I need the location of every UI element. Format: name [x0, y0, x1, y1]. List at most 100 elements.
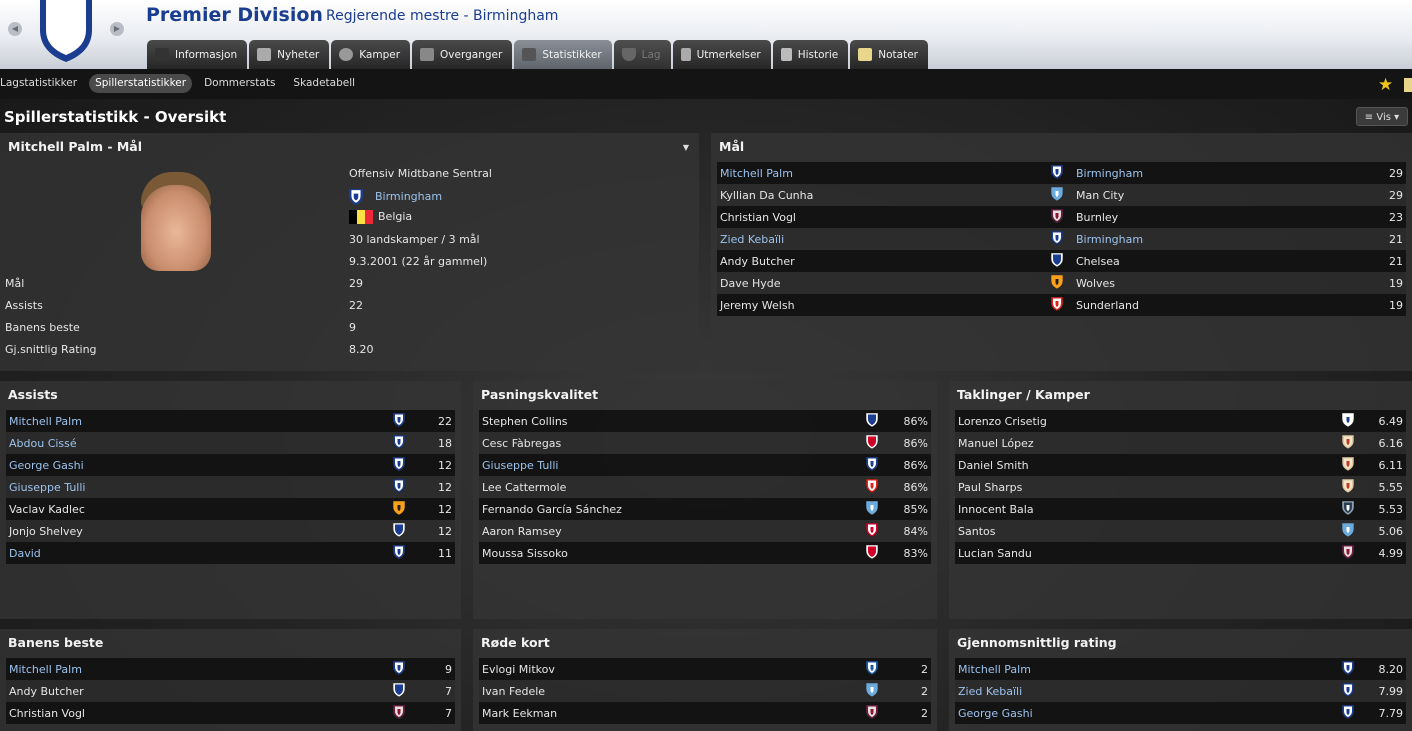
player-name[interactable]: Ivan Fedele — [479, 685, 545, 698]
player-name[interactable]: Manuel López — [955, 437, 1034, 450]
list-item[interactable]: Christian Vogl Burnley 23 — [717, 206, 1406, 228]
player-name[interactable]: Cesc Fàbregas — [479, 437, 561, 450]
tab-nyheter[interactable]: Nyheter — [249, 40, 330, 69]
back-arrow-icon[interactable]: ◀ — [8, 22, 22, 36]
list-item[interactable]: Moussa Sissoko 83% — [479, 542, 931, 564]
club-name[interactable]: Birmingham — [1076, 167, 1143, 180]
list-item[interactable]: Innocent Bala 5.53 — [955, 498, 1406, 520]
player-name[interactable]: Innocent Bala — [955, 503, 1034, 516]
player-name[interactable]: Vaclav Kadlec — [6, 503, 85, 516]
club-name[interactable]: Man City — [1076, 189, 1124, 202]
list-item[interactable]: Daniel Smith 6.11 — [955, 454, 1406, 476]
player-name[interactable]: Moussa Sissoko — [479, 547, 568, 560]
list-item[interactable]: Abdou Cissé 18 — [6, 432, 455, 454]
list-item[interactable]: Santos 5.06 — [955, 520, 1406, 542]
player-name[interactable]: Jonjo Shelvey — [6, 525, 83, 538]
club-name[interactable]: Sunderland — [1076, 299, 1139, 312]
list-item[interactable]: Fernando García Sánchez 85% — [479, 498, 931, 520]
list-item[interactable]: Giuseppe Tulli 86% — [479, 454, 931, 476]
subtab-lagstatistikker[interactable]: Lagstatistikker — [0, 74, 83, 93]
list-item[interactable]: Christian Vogl 7 — [6, 702, 455, 724]
player-name[interactable]: Daniel Smith — [955, 459, 1029, 472]
player-name[interactable]: Abdou Cissé — [6, 437, 77, 450]
favorite-star-icon[interactable]: ★ — [1378, 75, 1393, 95]
player-name[interactable]: Giuseppe Tulli — [6, 481, 85, 494]
club-name[interactable]: Wolves — [1076, 277, 1115, 290]
player-name[interactable]: Zied Kebaïli — [955, 685, 1022, 698]
player-name[interactable]: David — [6, 547, 41, 560]
notes-icon[interactable] — [1404, 78, 1412, 92]
club-name[interactable]: Chelsea — [1076, 255, 1120, 268]
player-name[interactable]: Christian Vogl — [6, 707, 85, 720]
tab-overganger[interactable]: Overganger — [412, 40, 513, 69]
list-item[interactable]: David 11 — [6, 542, 455, 564]
list-item[interactable]: Andy Butcher Chelsea 21 — [717, 250, 1406, 272]
list-item[interactable]: Mitchell Palm 8.20 — [955, 658, 1406, 680]
list-item[interactable]: Jonjo Shelvey 12 — [6, 520, 455, 542]
list-item[interactable]: Kyllian Da Cunha Man City 29 — [717, 184, 1406, 206]
list-item[interactable]: Evlogi Mitkov 2 — [479, 658, 931, 680]
list-item[interactable]: Lee Cattermole 86% — [479, 476, 931, 498]
list-item[interactable]: Lucian Sandu 4.99 — [955, 542, 1406, 564]
club-link[interactable]: Birmingham — [375, 190, 442, 203]
subtab-spillerstatistikker[interactable]: Spillerstatistikker — [89, 74, 193, 93]
tab-informasjon[interactable]: Informasjon — [147, 40, 248, 69]
list-item[interactable]: Paul Sharps 5.55 — [955, 476, 1406, 498]
player-name[interactable]: Kyllian Da Cunha — [717, 189, 813, 202]
player-name[interactable]: Evlogi Mitkov — [479, 663, 555, 676]
chevron-down-icon[interactable]: ▼ — [683, 143, 689, 152]
tab-utmerkelser[interactable]: Utmerkelser — [672, 40, 771, 69]
list-item[interactable]: Stephen Collins 86% — [479, 410, 931, 432]
player-name[interactable]: George Gashi — [6, 459, 84, 472]
forward-arrow-icon[interactable]: ▶ — [110, 22, 124, 36]
view-menu-button[interactable]: ≡ Vis ▾ — [1356, 107, 1408, 126]
player-name[interactable]: Santos — [955, 525, 995, 538]
club-name[interactable]: Burnley — [1076, 211, 1118, 224]
list-item[interactable]: George Gashi 12 — [6, 454, 455, 476]
player-name[interactable]: George Gashi — [955, 707, 1033, 720]
list-item[interactable]: Lorenzo Crisetig 6.49 — [955, 410, 1406, 432]
player-name[interactable]: Aaron Ramsey — [479, 525, 562, 538]
list-item[interactable]: Manuel López 6.16 — [955, 432, 1406, 454]
player-name[interactable]: Mitchell Palm — [6, 415, 82, 428]
player-name[interactable]: Fernando García Sánchez — [479, 503, 622, 516]
list-item[interactable]: George Gashi 7.79 — [955, 702, 1406, 724]
player-name[interactable]: Christian Vogl — [717, 211, 796, 224]
tab-notater[interactable]: Notater — [850, 40, 928, 69]
player-name[interactable]: Mitchell Palm — [717, 167, 793, 180]
tab-kamper[interactable]: Kamper — [331, 40, 411, 69]
subtab-skadetabell[interactable]: Skadetabell — [287, 74, 361, 93]
player-name[interactable]: Lorenzo Crisetig — [955, 415, 1047, 428]
tab-statistikker[interactable]: Statistikker — [514, 40, 612, 69]
list-item[interactable]: Mitchell Palm 9 — [6, 658, 455, 680]
player-name[interactable]: Mitchell Palm — [955, 663, 1031, 676]
player-name[interactable]: Andy Butcher — [717, 255, 795, 268]
player-name[interactable]: Paul Sharps — [955, 481, 1022, 494]
player-name[interactable]: Lucian Sandu — [955, 547, 1032, 560]
list-item[interactable]: Zied Kebaïli Birmingham 21 — [717, 228, 1406, 250]
tab-historie[interactable]: Historie — [772, 40, 849, 69]
subtab-dommerstats[interactable]: Dommerstats — [198, 74, 281, 93]
list-item[interactable]: Dave Hyde Wolves 19 — [717, 272, 1406, 294]
list-item[interactable]: Giuseppe Tulli 12 — [6, 476, 455, 498]
player-name[interactable]: Mark Eekman — [479, 707, 557, 720]
player-name[interactable]: Giuseppe Tulli — [479, 459, 558, 472]
player-name[interactable]: Mitchell Palm — [6, 663, 82, 676]
list-item[interactable]: Jeremy Welsh Sunderland 19 — [717, 294, 1406, 316]
list-item[interactable]: Andy Butcher 7 — [6, 680, 455, 702]
player-club[interactable]: Birmingham — [349, 189, 442, 205]
list-item[interactable]: Ivan Fedele 2 — [479, 680, 931, 702]
club-name[interactable]: Birmingham — [1076, 233, 1143, 246]
tab-lag[interactable]: Lag — [613, 40, 671, 69]
player-name[interactable]: Dave Hyde — [717, 277, 781, 290]
player-name[interactable]: Stephen Collins — [479, 415, 568, 428]
player-name[interactable]: Andy Butcher — [6, 685, 84, 698]
list-item[interactable]: Mitchell Palm 22 — [6, 410, 455, 432]
list-item[interactable]: Vaclav Kadlec 12 — [6, 498, 455, 520]
list-item[interactable]: Mitchell Palm Birmingham 29 — [717, 162, 1406, 184]
player-name[interactable]: Zied Kebaïli — [717, 233, 784, 246]
list-item[interactable]: Mark Eekman 2 — [479, 702, 931, 724]
player-name[interactable]: Lee Cattermole — [479, 481, 566, 494]
player-name[interactable]: Jeremy Welsh — [717, 299, 795, 312]
list-item[interactable]: Zied Kebaïli 7.99 — [955, 680, 1406, 702]
